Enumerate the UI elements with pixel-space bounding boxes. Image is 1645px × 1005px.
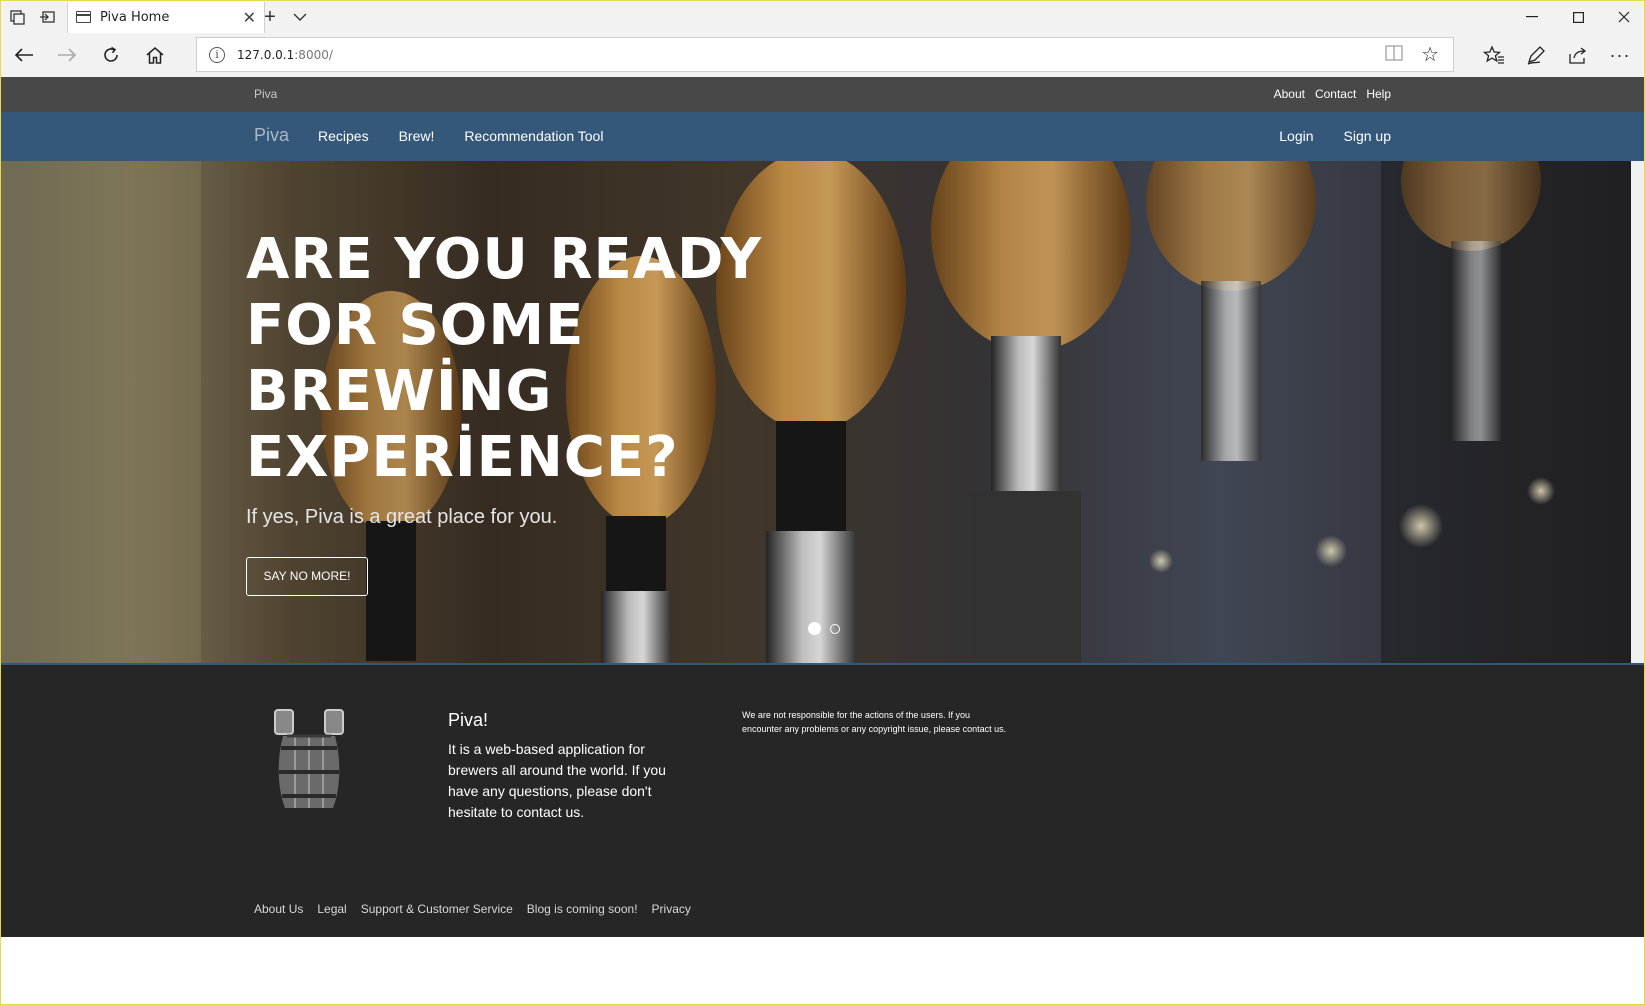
- tab-list-icon[interactable]: [7, 7, 27, 27]
- topbar-link-help[interactable]: Help: [1366, 87, 1391, 101]
- more-options-icon[interactable]: ···: [1607, 42, 1633, 68]
- topbar-brand[interactable]: Piva: [254, 87, 277, 101]
- nav-item-brew[interactable]: Brew!: [399, 128, 435, 144]
- minimize-icon[interactable]: [1509, 5, 1555, 29]
- hero-subtitle: If yes, Piva is a great place for you.: [246, 506, 558, 528]
- navbar-right-menu: Login Sign up: [1279, 128, 1391, 144]
- carousel-indicator-2[interactable]: [830, 624, 840, 634]
- footer-link-blog[interactable]: Blog is coming soon!: [527, 902, 638, 916]
- carousel-indicator-1[interactable]: [808, 622, 821, 635]
- say-no-more-button[interactable]: SAY NO MORE!: [246, 557, 368, 596]
- hero-carousel: ARE YOU READY FOR SOME BREWİNG EXPERİENC…: [1, 161, 1631, 663]
- maximize-icon[interactable]: [1555, 5, 1601, 29]
- back-arrow-icon[interactable]: [11, 42, 37, 68]
- web-page: Piva About Contact Help Piva Recipes Bre…: [1, 77, 1644, 1005]
- favorites-list-icon[interactable]: [1481, 42, 1507, 68]
- refresh-icon[interactable]: [98, 42, 124, 68]
- nav-item-login[interactable]: Login: [1279, 128, 1313, 144]
- hero-headline-line: EXPERİENCE?: [246, 425, 679, 490]
- beer-barrel-logo-icon: [274, 709, 344, 808]
- hero-headline-line: BREWİNG: [246, 359, 553, 424]
- footer-disclaimer: We are not responsible for the actions o…: [742, 710, 1007, 734]
- tab-title: Piva Home: [100, 10, 170, 25]
- address-bar[interactable]: i 127.0.0.1:8000/ ☆: [196, 37, 1454, 72]
- close-window-icon[interactable]: [1601, 5, 1645, 29]
- hero-headline-line: FOR SOME: [246, 293, 585, 358]
- address-text: 127.0.0.1:8000/: [237, 48, 333, 62]
- topbar-link-about[interactable]: About: [1274, 87, 1305, 101]
- footer-links: About Us Legal Support & Customer Servic…: [254, 902, 691, 916]
- address-host: 127.0.0.1: [237, 48, 295, 62]
- nav-item-sign-up[interactable]: Sign up: [1344, 128, 1391, 144]
- footer-link-privacy[interactable]: Privacy: [652, 902, 691, 916]
- nav-item-recommendation-tool[interactable]: Recommendation Tool: [464, 128, 603, 144]
- reading-view-icon[interactable]: [1385, 45, 1403, 63]
- home-icon[interactable]: [142, 42, 168, 68]
- navbar-left-menu: Recipes Brew! Recommendation Tool: [318, 128, 603, 144]
- browser-tab-bar: Piva Home ✕ +: [1, 1, 1644, 33]
- set-aside-tabs-icon[interactable]: [37, 7, 57, 27]
- hero-headline: ARE YOU READY FOR SOME BREWİNG EXPERİENC…: [246, 227, 766, 491]
- topbar-links: About Contact Help: [1274, 87, 1391, 101]
- address-path: :8000/: [294, 48, 333, 62]
- chevron-down-icon[interactable]: [290, 7, 310, 27]
- navbar-brand[interactable]: Piva: [254, 125, 289, 146]
- top-utility-bar: Piva About Contact Help: [1, 77, 1644, 112]
- favorite-star-icon[interactable]: ☆: [1421, 42, 1439, 67]
- hero-headline-line: ARE YOU READY: [246, 227, 763, 292]
- browser-toolbar: i 127.0.0.1:8000/ ☆ ···: [1, 33, 1644, 77]
- share-icon[interactable]: [1565, 42, 1591, 68]
- page-icon: [76, 11, 91, 23]
- footer-link-support[interactable]: Support & Customer Service: [361, 902, 513, 916]
- footer-title: Piva!: [448, 710, 489, 730]
- pen-notes-icon[interactable]: [1523, 42, 1549, 68]
- close-tab-icon[interactable]: ✕: [243, 8, 256, 28]
- nav-item-recipes[interactable]: Recipes: [318, 128, 369, 144]
- tab-piva-home[interactable]: Piva Home ✕: [67, 2, 265, 33]
- page-scrollbar[interactable]: [1631, 161, 1644, 663]
- footer-description: It is a web-based application for brewer…: [448, 741, 666, 820]
- main-navbar: Piva Recipes Brew! Recommendation Tool L…: [1, 112, 1644, 161]
- footer-link-about-us[interactable]: About Us: [254, 902, 303, 916]
- footer-link-legal[interactable]: Legal: [317, 902, 346, 916]
- site-footer: Piva! It is a web-based application for …: [1, 663, 1644, 937]
- topbar-link-contact[interactable]: Contact: [1315, 87, 1356, 101]
- forward-arrow-icon[interactable]: [54, 42, 80, 68]
- new-tab-icon[interactable]: +: [260, 6, 280, 28]
- info-icon[interactable]: i: [209, 47, 225, 63]
